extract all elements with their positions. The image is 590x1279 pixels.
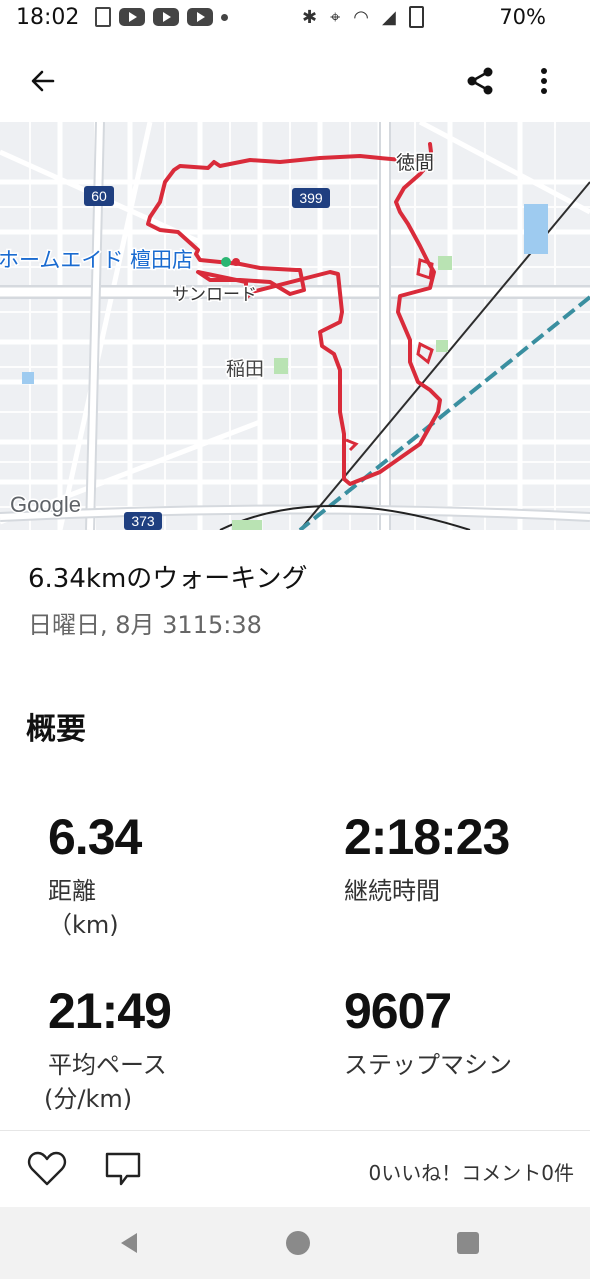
stat-label: ステップマシン [344, 1051, 512, 1079]
map-label-inada: 稲田 [226, 358, 264, 380]
stat-label: 継続時間 [344, 877, 440, 905]
comment-icon [105, 1152, 141, 1186]
back-arrow-icon [31, 70, 55, 92]
route-map[interactable]: 60 399 373 徳間 ホームエイド 檀田店 サンロード 稲田 Google [0, 122, 590, 530]
nav-back-icon [121, 1233, 137, 1253]
status-bar: 18:02 ✱ ⌖ ◠ ◢ 70% [0, 0, 590, 38]
start-marker [221, 257, 231, 267]
battery-percent: 70% [499, 5, 546, 29]
google-logo: Google [10, 492, 81, 517]
stat-duration: 2:18:23 継続時間 [344, 808, 510, 908]
svg-text:399: 399 [299, 190, 323, 206]
signal-icon: ◢ [381, 6, 396, 28]
dot-icon [221, 13, 228, 21]
stat-value: 9607 [344, 983, 452, 1039]
system-nav-bar [0, 1207, 590, 1279]
notification-icons [95, 7, 228, 27]
map-canvas: 60 399 373 徳間 ホームエイド 檀田店 サンロード 稲田 Google [0, 122, 590, 530]
activity-title: 6.34kmのウォーキング [28, 564, 308, 594]
youtube-icon [119, 8, 145, 26]
status-time: 18:02 [16, 5, 80, 30]
youtube-icon [153, 8, 179, 26]
svg-text:373: 373 [131, 513, 155, 529]
nav-home-icon [286, 1231, 310, 1255]
battery-icon [408, 6, 424, 28]
stat-steps: 9607 ステップマシン [344, 982, 512, 1082]
location-icon: ⌖ [330, 6, 341, 28]
wifi-icon: ◠ [353, 6, 369, 28]
map-label-store: ホームエイド 檀田店 [0, 248, 193, 272]
stat-value: 2:18:23 [344, 809, 510, 865]
stat-distance: 6.34 距離 （km) [48, 808, 142, 942]
summary-heading: 概要 [26, 712, 86, 747]
stat-value: 6.34 [48, 809, 142, 865]
stat-label: 平均ペース [48, 1051, 167, 1079]
stat-unit: （km) [48, 911, 119, 939]
app-bar [0, 40, 590, 120]
system-icons: ✱ ⌖ ◠ ◢ [302, 6, 424, 28]
nav-recents-icon [457, 1232, 479, 1254]
share-button[interactable] [457, 58, 503, 104]
back-button[interactable] [20, 58, 66, 104]
route-399-shield: 399 [292, 188, 330, 208]
likes-comments-count[interactable]: 0いいね！コメント0件 [369, 1157, 574, 1186]
stat-unit: (分/km) [44, 1085, 133, 1113]
more-vert-icon [541, 68, 547, 94]
stat-pace: 21:49 平均ペース (分/km) [44, 982, 172, 1116]
sim-icon [95, 7, 111, 27]
nav-back-button[interactable] [108, 1223, 148, 1263]
share-icon [467, 67, 493, 95]
map-label-sunroad: サンロード [172, 285, 257, 305]
comment-button[interactable] [100, 1147, 146, 1191]
youtube-icon [187, 8, 213, 26]
route-373-shield: 373 [124, 512, 162, 530]
activity-date: 日曜日, 8月 3115:38 [28, 611, 262, 639]
svg-text:60: 60 [91, 188, 107, 204]
bluetooth-icon: ✱ [302, 6, 318, 28]
stat-value: 21:49 [48, 983, 172, 1039]
nav-home-button[interactable] [278, 1223, 318, 1263]
heart-icon [27, 1151, 67, 1186]
map-label-tokuma: 徳間 [396, 152, 434, 174]
nav-recents-button[interactable] [448, 1223, 488, 1263]
like-button[interactable] [24, 1147, 70, 1191]
more-options-button[interactable] [522, 58, 566, 104]
route-60-shield: 60 [84, 186, 114, 206]
end-marker [232, 258, 240, 266]
stat-label: 距離 [48, 877, 96, 905]
